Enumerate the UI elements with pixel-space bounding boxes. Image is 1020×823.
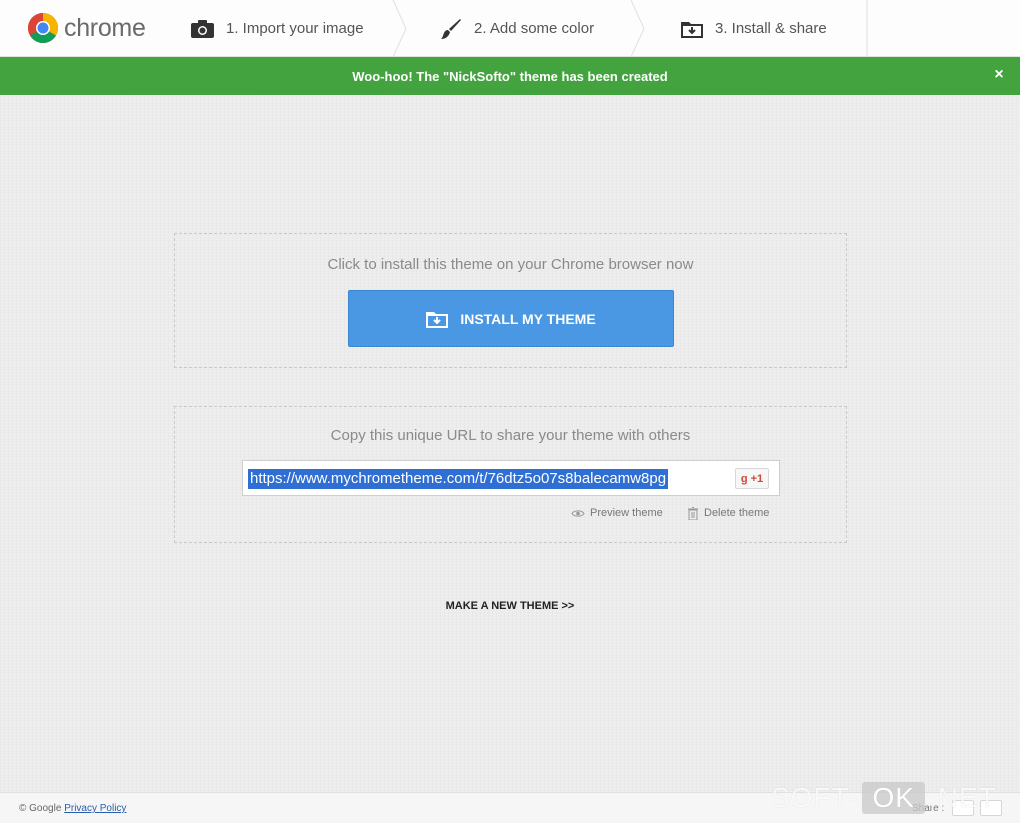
step-add-color[interactable]: 2. Add some color	[440, 0, 594, 57]
banner-message: Woo-hoo! The "NickSofto" theme has been …	[352, 68, 668, 84]
success-banner: Woo-hoo! The "NickSofto" theme has been …	[0, 57, 1020, 95]
footer-copyright: © Google Privacy Policy	[19, 803, 126, 814]
share-panel: Copy this unique URL to share your theme…	[174, 406, 847, 543]
step-label: 2. Add some color	[474, 20, 595, 37]
step-separator	[392, 0, 407, 57]
install-icon	[426, 311, 449, 328]
install-caption: Click to install this theme on your Chro…	[327, 256, 694, 273]
delete-theme-link[interactable]: Delete theme	[687, 505, 769, 521]
top-nav: chrome 1. Import your image 2. Add some …	[0, 0, 1020, 57]
logo-text: chrome	[64, 13, 146, 42]
trash-icon	[688, 506, 698, 520]
google-plus-one-button[interactable]: g +1	[735, 468, 769, 489]
camera-icon	[191, 19, 214, 38]
install-icon	[681, 21, 703, 38]
watermark: SOFT- OK .NET	[771, 778, 997, 818]
main-content: Click to install this theme on your Chro…	[0, 95, 1020, 792]
paintbrush-icon	[441, 18, 461, 39]
watermark-ok: OK	[862, 782, 925, 814]
install-panel: Click to install this theme on your Chro…	[174, 233, 847, 368]
watermark-right: .NET	[928, 782, 997, 813]
preview-theme-link[interactable]: Preview theme	[571, 505, 663, 521]
delete-theme-label: Delete theme	[704, 507, 770, 519]
close-icon[interactable]: ×	[991, 67, 1007, 83]
step-import-image[interactable]: 1. Import your image	[191, 0, 364, 57]
watermark-left: SOFT-	[771, 782, 859, 813]
step-separator	[866, 0, 868, 57]
chrome-logo-icon	[27, 12, 59, 44]
step-label: 1. Import your image	[226, 20, 364, 37]
chrome-logo[interactable]: chrome	[27, 11, 146, 45]
install-theme-button[interactable]: INSTALL MY THEME	[348, 290, 674, 347]
step-label: 3. Install & share	[715, 20, 827, 37]
make-new-theme-link[interactable]: MAKE A NEW THEME >>	[0, 600, 1020, 612]
share-url-text[interactable]: https://www.mychrometheme.com/t/76dtz5o0…	[248, 469, 669, 489]
share-url-field[interactable]: https://www.mychrometheme.com/t/76dtz5o0…	[242, 460, 780, 496]
step-install-share[interactable]: 3. Install & share	[681, 0, 827, 57]
copyright-text: © Google	[19, 803, 62, 814]
step-separator	[630, 0, 645, 57]
preview-theme-label: Preview theme	[590, 507, 663, 519]
privacy-policy-link[interactable]: Privacy Policy	[64, 803, 126, 814]
eye-icon	[571, 509, 585, 517]
install-button-label: INSTALL MY THEME	[460, 310, 596, 327]
share-caption: Copy this unique URL to share your theme…	[330, 427, 691, 444]
